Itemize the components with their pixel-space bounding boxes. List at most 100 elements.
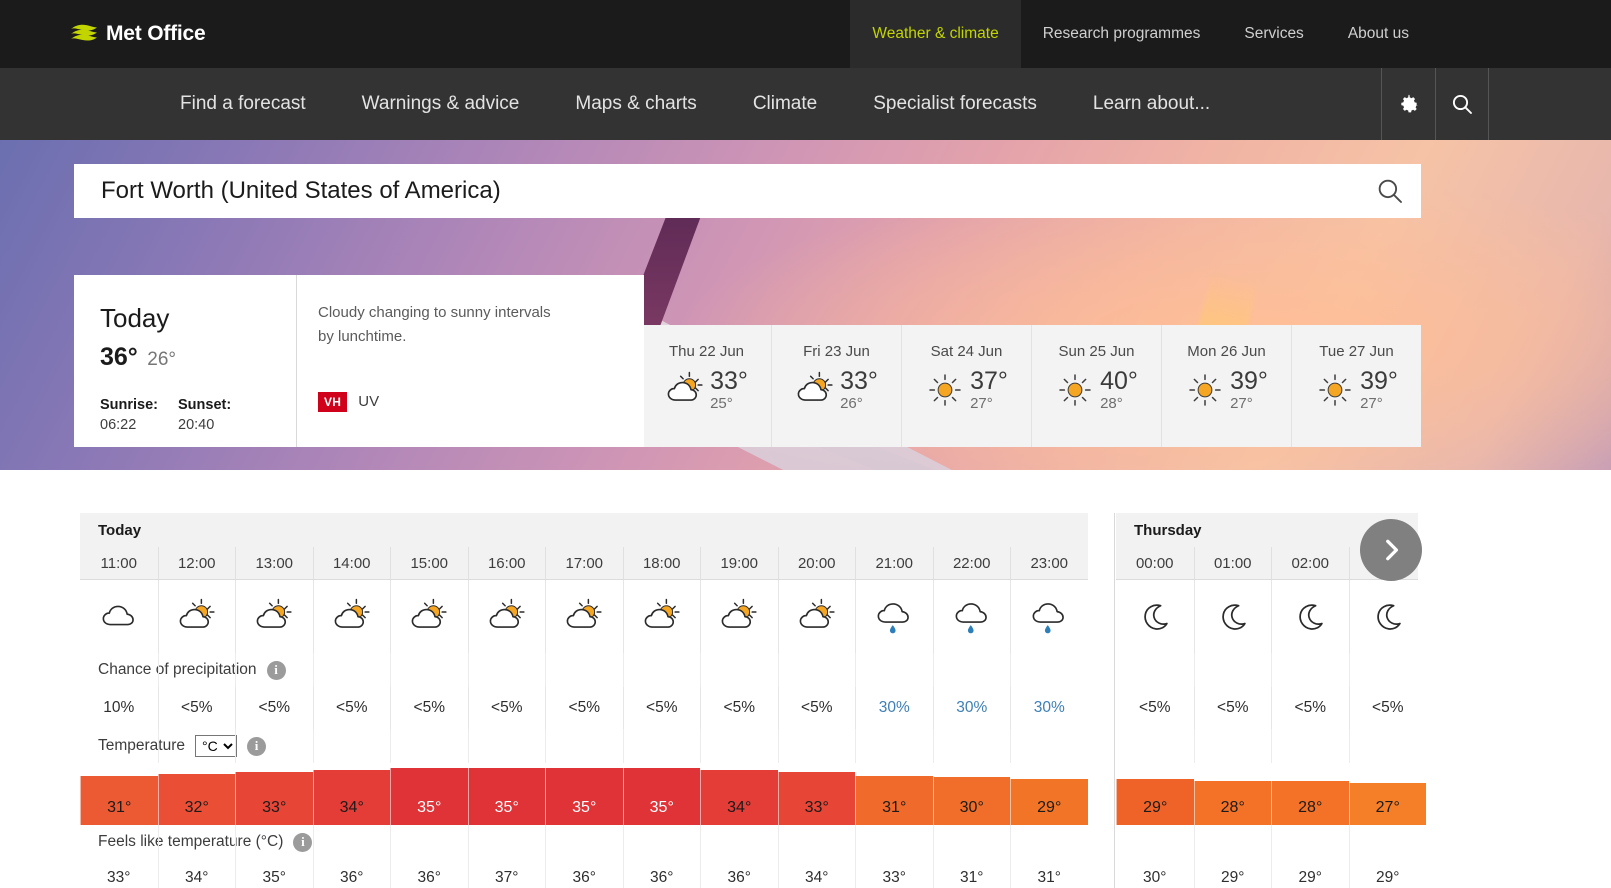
nav-item-find-a-forecast[interactable]: Find a forecast (152, 93, 334, 115)
day-tile-low: 26° (840, 395, 863, 413)
day-forecast-tile[interactable]: Sun 25 Jun 40° 28° (1032, 325, 1162, 447)
hour-time-cell[interactable]: 01:00 (1193, 547, 1272, 579)
day-tile-temps: 37° 27° (970, 367, 1008, 413)
grid-lines (1116, 825, 1418, 859)
hour-precipitation-cell: <5% (390, 687, 468, 729)
hour-time-cell[interactable]: 15:00 (390, 547, 468, 579)
hour-time-cell[interactable]: 17:00 (545, 547, 623, 579)
hour-time-cell[interactable]: 20:00 (777, 547, 856, 579)
grid-line (932, 825, 1011, 859)
hour-temperature-cell: 28° (1271, 781, 1349, 825)
hour-temperature-cell: 34° (312, 769, 390, 825)
grid-line (545, 729, 623, 763)
day-tile-date: Sun 25 Jun (1058, 343, 1135, 360)
hour-precipitation-cell: 30% (855, 687, 933, 729)
partly-cloudy-day-icon (799, 598, 835, 628)
hour-time-cell[interactable]: 13:00 (235, 547, 313, 579)
day-tile-date: Sat 24 Jun (930, 343, 1003, 360)
day-tile-body: 39° 27° (1185, 368, 1268, 412)
day-tile-date: Thu 22 Jun (668, 343, 745, 360)
nav-item-learn-about[interactable]: Learn about... (1065, 93, 1238, 115)
hour-time-cell[interactable]: 11:00 (80, 547, 158, 579)
day-forecast-tile[interactable]: Sat 24 Jun 37° 27° (902, 325, 1032, 447)
search-submit-button[interactable] (1359, 164, 1421, 218)
hour-time-cell[interactable]: 21:00 (855, 547, 933, 579)
hour-time-cell[interactable]: 14:00 (312, 547, 391, 579)
grid-line (1010, 729, 1088, 763)
day-tile-high: 37° (970, 367, 1008, 395)
info-icon[interactable]: i (247, 736, 267, 756)
sunrise-value: 06:22 (100, 417, 137, 433)
sunset-block: Sunset: 20:40 (178, 397, 256, 433)
hour-time-cell[interactable]: 23:00 (1010, 547, 1088, 579)
hourly-today-feels-row: 33° 34° 35° 36° 36° 37° 36° 36° 36° 34° 33° 31° 31° (80, 859, 1088, 888)
grid-line (312, 729, 391, 763)
top-nav-item-weather-climate[interactable]: Weather & climate (850, 0, 1021, 68)
hourly-next-icon-row (1116, 519, 1422, 653)
hour-weather-icon-cell (1348, 580, 1427, 653)
day-tile-high: 33° (710, 367, 748, 395)
day-forecast-tile[interactable]: Fri 23 Jun 33° 26° (772, 325, 902, 447)
day-tile-body: 39° 27° (1315, 368, 1398, 412)
grid-line (1116, 653, 1194, 687)
grid-line (312, 825, 391, 859)
location-search-bar (74, 164, 1421, 218)
temperature-unit-select[interactable]: °C°F (195, 735, 238, 757)
sunny-icon (929, 374, 961, 406)
day-forecast-tile[interactable]: Tue 27 Jun 39° 27° (1292, 325, 1421, 447)
nav-item-specialist-forecasts[interactable]: Specialist forecasts (845, 93, 1065, 115)
hour-time-cell[interactable]: 22:00 (932, 547, 1011, 579)
day-forecast-tile[interactable]: Thu 22 Jun 33° 25° (642, 325, 772, 447)
hour-time-cell[interactable]: 18:00 (622, 547, 701, 579)
scroll-next-button[interactable] (1360, 519, 1422, 581)
search-icon (1378, 179, 1402, 203)
partly-cloudy-day-icon (667, 371, 703, 401)
hour-weather-icon-cell (855, 580, 933, 653)
sunny-icon (1189, 374, 1221, 406)
hour-weather-icon-cell (1116, 580, 1194, 653)
clear-night-icon (1221, 603, 1246, 630)
top-nav-item-about-us[interactable]: About us (1326, 0, 1431, 68)
hour-time-cell[interactable]: 12:00 (157, 547, 236, 579)
settings-button[interactable] (1381, 68, 1435, 140)
hour-feels-like-cell: 33° (855, 859, 933, 888)
day-tile-body: 40° 28° (1055, 368, 1138, 412)
grid-line (467, 729, 546, 763)
nav-item-warnings-advice[interactable]: Warnings & advice (334, 93, 548, 115)
hour-time-cell[interactable]: 16:00 (467, 547, 546, 579)
clear-night-icon (1376, 603, 1401, 630)
day-tile-low: 27° (1230, 395, 1253, 413)
nav-item-maps-charts[interactable]: Maps & charts (547, 93, 724, 115)
met-office-logo[interactable]: Met Office (70, 0, 206, 68)
search-input[interactable] (74, 177, 1359, 205)
light-rain-icon (877, 602, 910, 633)
today-title: Today (100, 303, 170, 333)
hour-time-cell[interactable]: 02:00 (1271, 547, 1349, 579)
nav-item-climate[interactable]: Climate (725, 93, 845, 115)
grid-line (390, 825, 468, 859)
day-tile-low: 28° (1100, 395, 1123, 413)
light-rain-icon (955, 602, 987, 633)
grid-line (1271, 729, 1349, 763)
uv-label: UV (358, 393, 380, 411)
site-search-button[interactable] (1435, 68, 1489, 140)
top-nav-item-research-programmes[interactable]: Research programmes (1021, 0, 1223, 68)
main-navigation-bar: Find a forecast Warnings & advice Maps &… (0, 68, 1611, 140)
day-forecast-tile[interactable]: Mon 26 Jun 39° 27° (1162, 325, 1292, 447)
hour-precipitation-cell: <5% (1348, 687, 1427, 729)
sunrise-sunset-row: Sunrise: 06:22 Sunset: 20:40 (100, 397, 296, 433)
hour-time-cell[interactable]: 00:00 (1116, 547, 1194, 579)
precipitation-label-row: Chance of precipitation i (80, 653, 1088, 687)
cloudy-icon (102, 605, 134, 625)
partly-cloudy-day-icon (797, 371, 833, 401)
info-icon[interactable]: i (293, 832, 313, 852)
hour-temperature-cell: 33° (235, 771, 313, 825)
hour-precipitation-cell: <5% (235, 687, 313, 729)
grid-line (1348, 729, 1427, 763)
partly-cloudy-day-icon (489, 598, 525, 628)
top-nav-item-services[interactable]: Services (1222, 0, 1325, 68)
info-icon[interactable]: i (266, 660, 286, 680)
hour-time-cell[interactable]: 19:00 (700, 547, 778, 579)
hour-precipitation-cell: <5% (312, 687, 391, 729)
day-tile-temps: 33° 26° (840, 368, 878, 413)
